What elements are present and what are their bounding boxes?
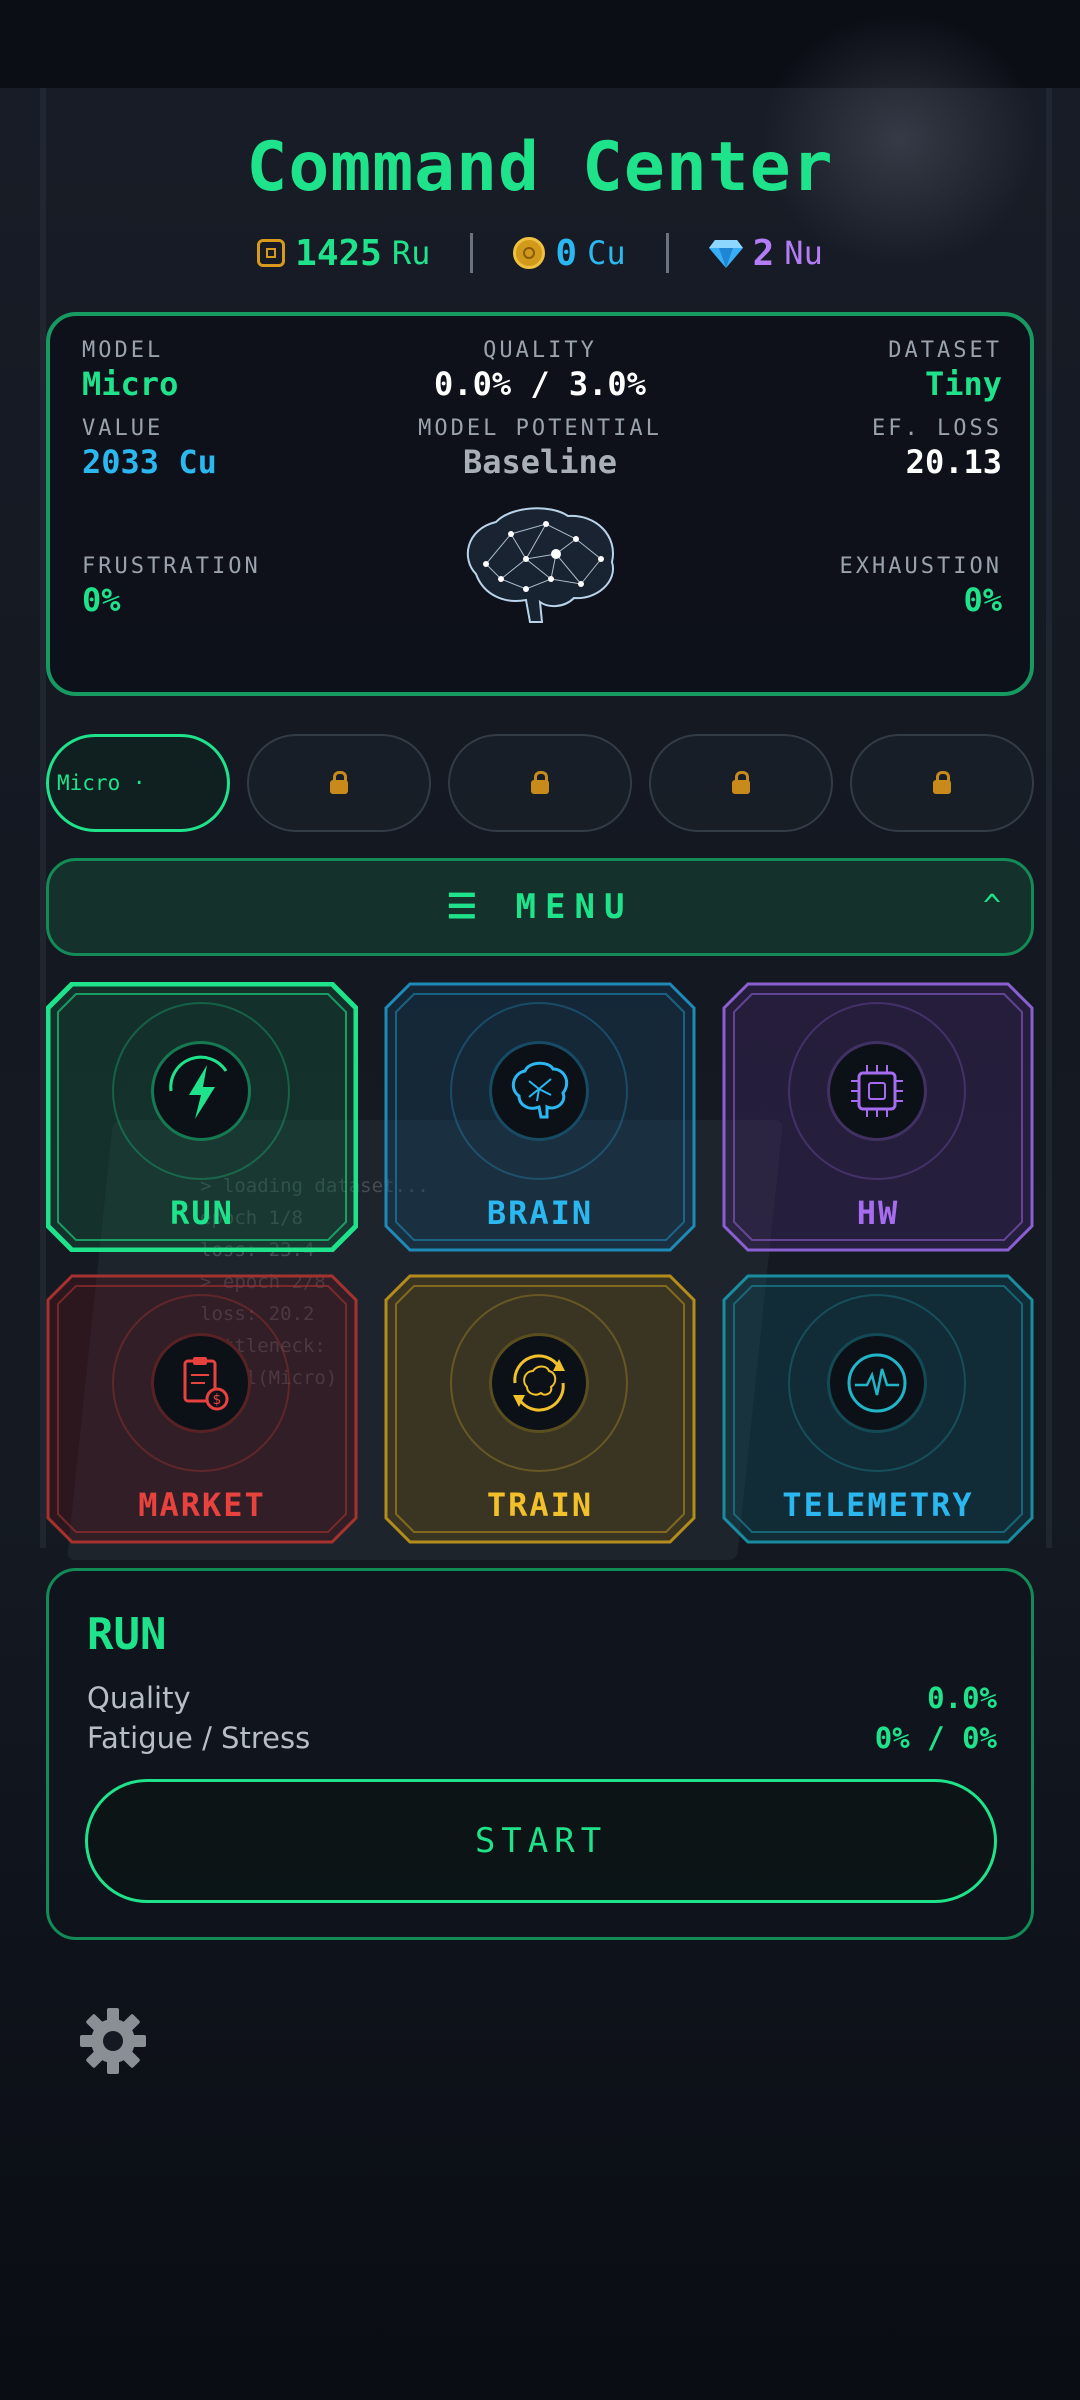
tile-train[interactable]: TRAIN — [384, 1274, 696, 1544]
tile-run[interactable]: RUN — [46, 982, 358, 1252]
model-slot-locked[interactable] — [247, 734, 431, 832]
model-slot-locked[interactable] — [448, 734, 632, 832]
gear-icon[interactable] — [78, 2006, 148, 2076]
brain-network-icon — [466, 507, 614, 623]
divider — [665, 233, 669, 273]
currency-cu: 0 Cu — [513, 232, 626, 274]
row-label: Quality — [87, 1681, 191, 1715]
tile-hw[interactable]: HW — [722, 982, 1034, 1252]
stat-label: FRUSTRATION — [82, 554, 261, 579]
currency-nu-unit: Nu — [784, 234, 823, 272]
stat-value: Tiny — [924, 365, 1002, 403]
model-slot-label: Micro · — [57, 771, 146, 795]
divider — [470, 233, 474, 273]
currency-ru-amount: 1425 — [295, 232, 382, 274]
lock-icon — [330, 771, 348, 794]
clipboard-dollar-icon: $ — [183, 1357, 229, 1411]
currency-bar: 1425 Ru 0 Cu 2 Nu — [0, 228, 1080, 278]
svg-text:$: $ — [213, 1392, 222, 1408]
tile-label: TRAIN — [486, 1486, 594, 1524]
stat-value: 0.0% / 3.0% — [434, 365, 646, 403]
stat-label: EF. LOSS — [872, 416, 1002, 441]
currency-ru-unit: Ru — [391, 234, 431, 272]
currency-nu: 2 Nu — [708, 232, 823, 274]
coin-icon — [513, 237, 546, 269]
model-slot-locked[interactable] — [850, 734, 1034, 832]
tile-market[interactable]: $ MARKET — [46, 1274, 358, 1544]
tile-label: MARKET — [138, 1486, 266, 1524]
brain-icon — [511, 1061, 569, 1119]
row-label: Fatigue / Stress — [87, 1721, 311, 1755]
chevron-up-icon: ^ — [982, 889, 1001, 924]
model-stats-card: MODEL Micro QUALITY 0.0% / 3.0% DATASET … — [46, 312, 1034, 696]
tile-label: HW — [856, 1194, 900, 1232]
currency-cu-unit: Cu — [587, 234, 626, 272]
model-slot-bar: Micro · — [46, 734, 1034, 832]
start-button[interactable]: START — [85, 1779, 997, 1903]
stat-value: 0% — [82, 581, 121, 619]
stat-exhaustion: EXHAUSTION 0% — [840, 554, 1002, 619]
gem-icon — [708, 240, 743, 268]
menu-label: ☰ MENU — [446, 887, 634, 927]
lock-icon — [531, 771, 549, 794]
menu-toggle-button[interactable]: ☰ MENU ^ — [46, 858, 1034, 956]
stat-label: EXHAUSTION — [839, 554, 1002, 579]
run-panel-title: RUN — [87, 1609, 167, 1660]
chip-icon — [851, 1065, 903, 1117]
stat-frustration: FRUSTRATION 0% — [82, 554, 261, 619]
currency-cu-amount: 0 — [555, 232, 578, 274]
model-slot-micro[interactable]: Micro · — [46, 734, 230, 832]
row-value: 0% / 0% — [874, 1721, 997, 1755]
stat-value: 0% — [963, 581, 1002, 619]
tile-label: BRAIN — [486, 1194, 594, 1232]
stat-ef-loss: EF. LOSS 20.13 — [872, 416, 1002, 481]
stat-quality: QUALITY 0.0% / 3.0% — [50, 338, 1030, 403]
heartbeat-icon — [847, 1353, 907, 1413]
chip-icon — [257, 239, 286, 267]
tile-brain[interactable]: BRAIN — [384, 982, 696, 1252]
page-title: Command Center — [246, 128, 834, 207]
run-row-quality: Quality 0.0% — [87, 1681, 997, 1715]
lightning-icon — [169, 1055, 228, 1119]
stat-label: DATASET — [888, 338, 1002, 363]
stat-value: 20.13 — [905, 443, 1002, 481]
lock-icon — [933, 771, 951, 794]
brain-cycle-icon — [513, 1354, 565, 1412]
currency-nu-amount: 2 — [752, 232, 775, 274]
tile-label: TELEMETRY — [782, 1486, 974, 1524]
lock-icon — [732, 771, 750, 794]
stat-label: QUALITY — [483, 338, 597, 363]
tile-label: RUN — [170, 1194, 234, 1232]
row-value: 0.0% — [927, 1681, 997, 1715]
run-row-fatigue-stress: Fatigue / Stress 0% / 0% — [87, 1721, 997, 1755]
currency-ru: 1425 Ru — [257, 233, 430, 274]
run-panel: RUN Quality 0.0% Fatigue / Stress 0% / 0… — [46, 1568, 1034, 1940]
stat-dataset: DATASET Tiny — [888, 338, 1002, 403]
tile-telemetry[interactable]: TELEMETRY — [722, 1274, 1034, 1544]
model-slot-locked[interactable] — [649, 734, 833, 832]
